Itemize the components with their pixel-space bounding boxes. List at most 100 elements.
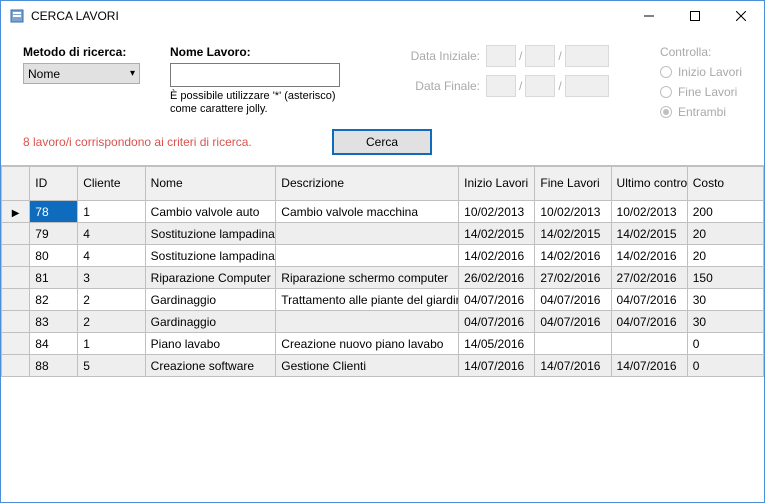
cell-ultimo[interactable]: 14/07/2016 — [611, 355, 687, 377]
cell-descrizione[interactable] — [276, 223, 459, 245]
cell-nome[interactable]: Riparazione Computer — [145, 267, 276, 289]
cell-ultimo[interactable]: 04/07/2016 — [611, 311, 687, 333]
slash-icon: / — [519, 49, 522, 63]
cell-ultimo[interactable]: 14/02/2016 — [611, 245, 687, 267]
cell-nome[interactable]: Piano lavabo — [145, 333, 276, 355]
cell-costo[interactable]: 0 — [687, 355, 763, 377]
name-input[interactable] — [170, 63, 340, 87]
row-indicator — [2, 223, 30, 245]
minimize-button[interactable] — [626, 1, 672, 31]
search-button[interactable]: Cerca — [332, 129, 432, 155]
cell-descrizione[interactable]: Cambio valvole macchina — [276, 201, 459, 223]
table-row[interactable]: 804Sostituzione lampadina14/02/201614/02… — [2, 245, 764, 267]
cell-inizio[interactable]: 26/02/2016 — [459, 267, 535, 289]
cell-inizio[interactable]: 04/07/2016 — [459, 289, 535, 311]
cell-inizio[interactable]: 14/05/2016 — [459, 333, 535, 355]
cell-cliente[interactable]: 5 — [78, 355, 145, 377]
cell-fine[interactable]: 14/07/2016 — [535, 355, 611, 377]
date-start-month — [525, 45, 555, 67]
window-title: CERCA LAVORI — [31, 9, 626, 23]
cell-nome[interactable]: Sostituzione lampadina — [145, 223, 276, 245]
radio-fine: Fine Lavori — [660, 85, 742, 99]
cell-descrizione[interactable]: Creazione nuovo piano lavabo — [276, 333, 459, 355]
cell-id[interactable]: 88 — [30, 355, 78, 377]
cell-costo[interactable]: 20 — [687, 245, 763, 267]
date-end-year — [565, 75, 609, 97]
cell-id[interactable]: 78 — [30, 201, 78, 223]
cell-cliente[interactable]: 1 — [78, 201, 145, 223]
col-nome[interactable]: Nome — [145, 167, 276, 201]
table-row[interactable]: 885Creazione softwareGestione Clienti14/… — [2, 355, 764, 377]
cell-costo[interactable]: 150 — [687, 267, 763, 289]
cell-descrizione[interactable]: Gestione Clienti — [276, 355, 459, 377]
cell-fine[interactable]: 14/02/2016 — [535, 245, 611, 267]
cell-nome[interactable]: Sostituzione lampadina — [145, 245, 276, 267]
date-end-month — [525, 75, 555, 97]
cell-costo[interactable]: 0 — [687, 333, 763, 355]
col-cliente[interactable]: Cliente — [78, 167, 145, 201]
filters-panel: Metodo di ricerca: Nome ▾ Nome Lavoro: È… — [1, 31, 764, 129]
cell-cliente[interactable]: 2 — [78, 311, 145, 333]
chevron-down-icon: ▾ — [130, 68, 135, 79]
cell-id[interactable]: 84 — [30, 333, 78, 355]
cell-cliente[interactable]: 4 — [78, 245, 145, 267]
cell-fine[interactable]: 04/07/2016 — [535, 289, 611, 311]
cell-ultimo[interactable]: 14/02/2015 — [611, 223, 687, 245]
cell-inizio[interactable]: 04/07/2016 — [459, 311, 535, 333]
table-row[interactable]: 794Sostituzione lampadina14/02/201514/02… — [2, 223, 764, 245]
table-row[interactable]: ▶781Cambio valvole autoCambio valvole ma… — [2, 201, 764, 223]
cell-costo[interactable]: 30 — [687, 289, 763, 311]
cell-fine[interactable] — [535, 333, 611, 355]
status-text: 8 lavoro/i corrispondono ai criteri di r… — [23, 135, 252, 149]
cell-ultimo[interactable]: 27/02/2016 — [611, 267, 687, 289]
method-select[interactable]: Nome ▾ — [23, 63, 140, 84]
col-id[interactable]: ID — [30, 167, 78, 201]
cell-cliente[interactable]: 2 — [78, 289, 145, 311]
cell-fine[interactable]: 10/02/2013 — [535, 201, 611, 223]
cell-inizio[interactable]: 10/02/2013 — [459, 201, 535, 223]
cell-cliente[interactable]: 1 — [78, 333, 145, 355]
cell-descrizione[interactable] — [276, 245, 459, 267]
cell-nome[interactable]: Cambio valvole auto — [145, 201, 276, 223]
col-costo[interactable]: Costo — [687, 167, 763, 201]
table-row[interactable]: 822GardinaggioTrattamento alle piante de… — [2, 289, 764, 311]
table-row[interactable]: 832Gardinaggio04/07/201604/07/201604/07/… — [2, 311, 764, 333]
cell-id[interactable]: 81 — [30, 267, 78, 289]
row-indicator — [2, 355, 30, 377]
col-descrizione[interactable]: Descrizione — [276, 167, 459, 201]
cell-ultimo[interactable] — [611, 333, 687, 355]
maximize-button[interactable] — [672, 1, 718, 31]
close-button[interactable] — [718, 1, 764, 31]
cell-id[interactable]: 82 — [30, 289, 78, 311]
cell-descrizione[interactable] — [276, 311, 459, 333]
cell-ultimo[interactable]: 04/07/2016 — [611, 289, 687, 311]
cell-fine[interactable]: 14/02/2015 — [535, 223, 611, 245]
cell-nome[interactable]: Creazione software — [145, 355, 276, 377]
table-row[interactable]: 841Piano lavaboCreazione nuovo piano lav… — [2, 333, 764, 355]
cell-id[interactable]: 80 — [30, 245, 78, 267]
date-start-day — [486, 45, 516, 67]
cell-cliente[interactable]: 3 — [78, 267, 145, 289]
col-inizio[interactable]: Inizio Lavori — [459, 167, 535, 201]
cell-costo[interactable]: 20 — [687, 223, 763, 245]
cell-inizio[interactable]: 14/02/2015 — [459, 223, 535, 245]
cell-ultimo[interactable]: 10/02/2013 — [611, 201, 687, 223]
cell-nome[interactable]: Gardinaggio — [145, 311, 276, 333]
col-fine[interactable]: Fine Lavori — [535, 167, 611, 201]
cell-cliente[interactable]: 4 — [78, 223, 145, 245]
cell-id[interactable]: 83 — [30, 311, 78, 333]
cell-descrizione[interactable]: Riparazione schermo computer — [276, 267, 459, 289]
cell-fine[interactable]: 27/02/2016 — [535, 267, 611, 289]
cell-inizio[interactable]: 14/02/2016 — [459, 245, 535, 267]
titlebar[interactable]: CERCA LAVORI — [1, 1, 764, 31]
cell-id[interactable]: 79 — [30, 223, 78, 245]
cell-fine[interactable]: 04/07/2016 — [535, 311, 611, 333]
cell-costo[interactable]: 200 — [687, 201, 763, 223]
cell-descrizione[interactable]: Trattamento alle piante del giardino — [276, 289, 459, 311]
cell-costo[interactable]: 30 — [687, 311, 763, 333]
cell-nome[interactable]: Gardinaggio — [145, 289, 276, 311]
table-row[interactable]: 813Riparazione ComputerRiparazione scher… — [2, 267, 764, 289]
results-grid[interactable]: ID Cliente Nome Descrizione Inizio Lavor… — [1, 165, 764, 377]
col-ultimo[interactable]: Ultimo controllo — [611, 167, 687, 201]
cell-inizio[interactable]: 14/07/2016 — [459, 355, 535, 377]
